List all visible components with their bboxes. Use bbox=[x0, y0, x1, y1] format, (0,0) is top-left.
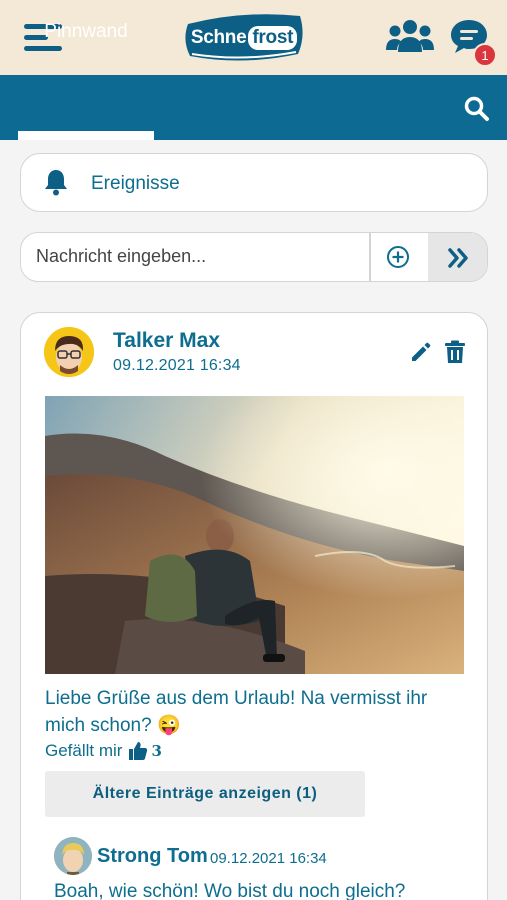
message-input[interactable] bbox=[21, 233, 369, 280]
comment-author-avatar[interactable] bbox=[54, 837, 92, 875]
like-label: Gefällt mir bbox=[45, 741, 123, 760]
post-text: Liebe Grüße aus dem Urlaub! Na vermisst … bbox=[45, 688, 428, 736]
comment-text: Boah, wie schön! Wo bist du noch gleich? bbox=[54, 881, 406, 900]
events-button[interactable]: Ereignisse bbox=[20, 153, 488, 212]
bell-icon bbox=[45, 170, 67, 196]
add-attachment-icon[interactable] bbox=[386, 245, 410, 269]
double-chevron-right-icon bbox=[448, 248, 468, 268]
tab-pinnwand[interactable]: Pinnwand bbox=[18, 0, 154, 65]
comment-author[interactable]: Strong Tom bbox=[97, 845, 208, 868]
like-button[interactable]: Gefällt mir 3 bbox=[45, 741, 162, 761]
send-button[interactable] bbox=[428, 233, 487, 281]
post-date: 09.12.2021 16:34 bbox=[113, 357, 241, 374]
like-count: 3 bbox=[151, 742, 162, 760]
message-composer bbox=[20, 232, 488, 282]
show-older-entries-button[interactable]: Ältere Einträge anzeigen (1) bbox=[45, 771, 365, 817]
post-author[interactable]: Talker Max bbox=[113, 329, 220, 353]
edit-icon[interactable] bbox=[409, 340, 433, 364]
unread-badge: 1 bbox=[473, 43, 497, 67]
comment-date: 09.12.2021 16:34 bbox=[210, 850, 327, 867]
logo-text-part1: Schne bbox=[190, 27, 247, 48]
post-image[interactable] bbox=[45, 396, 464, 674]
thumbs-up-icon bbox=[129, 742, 148, 760]
events-label: Ereignisse bbox=[91, 173, 180, 194]
author-avatar[interactable] bbox=[44, 327, 94, 377]
active-tab-indicator bbox=[18, 131, 154, 140]
search-icon[interactable] bbox=[463, 95, 491, 123]
brand-logo[interactable]: Schne frost bbox=[182, 10, 306, 64]
composer-divider bbox=[369, 233, 371, 281]
logo-text-part2: frost bbox=[248, 26, 298, 50]
trash-icon[interactable] bbox=[444, 340, 466, 364]
community-icon[interactable] bbox=[386, 18, 434, 54]
